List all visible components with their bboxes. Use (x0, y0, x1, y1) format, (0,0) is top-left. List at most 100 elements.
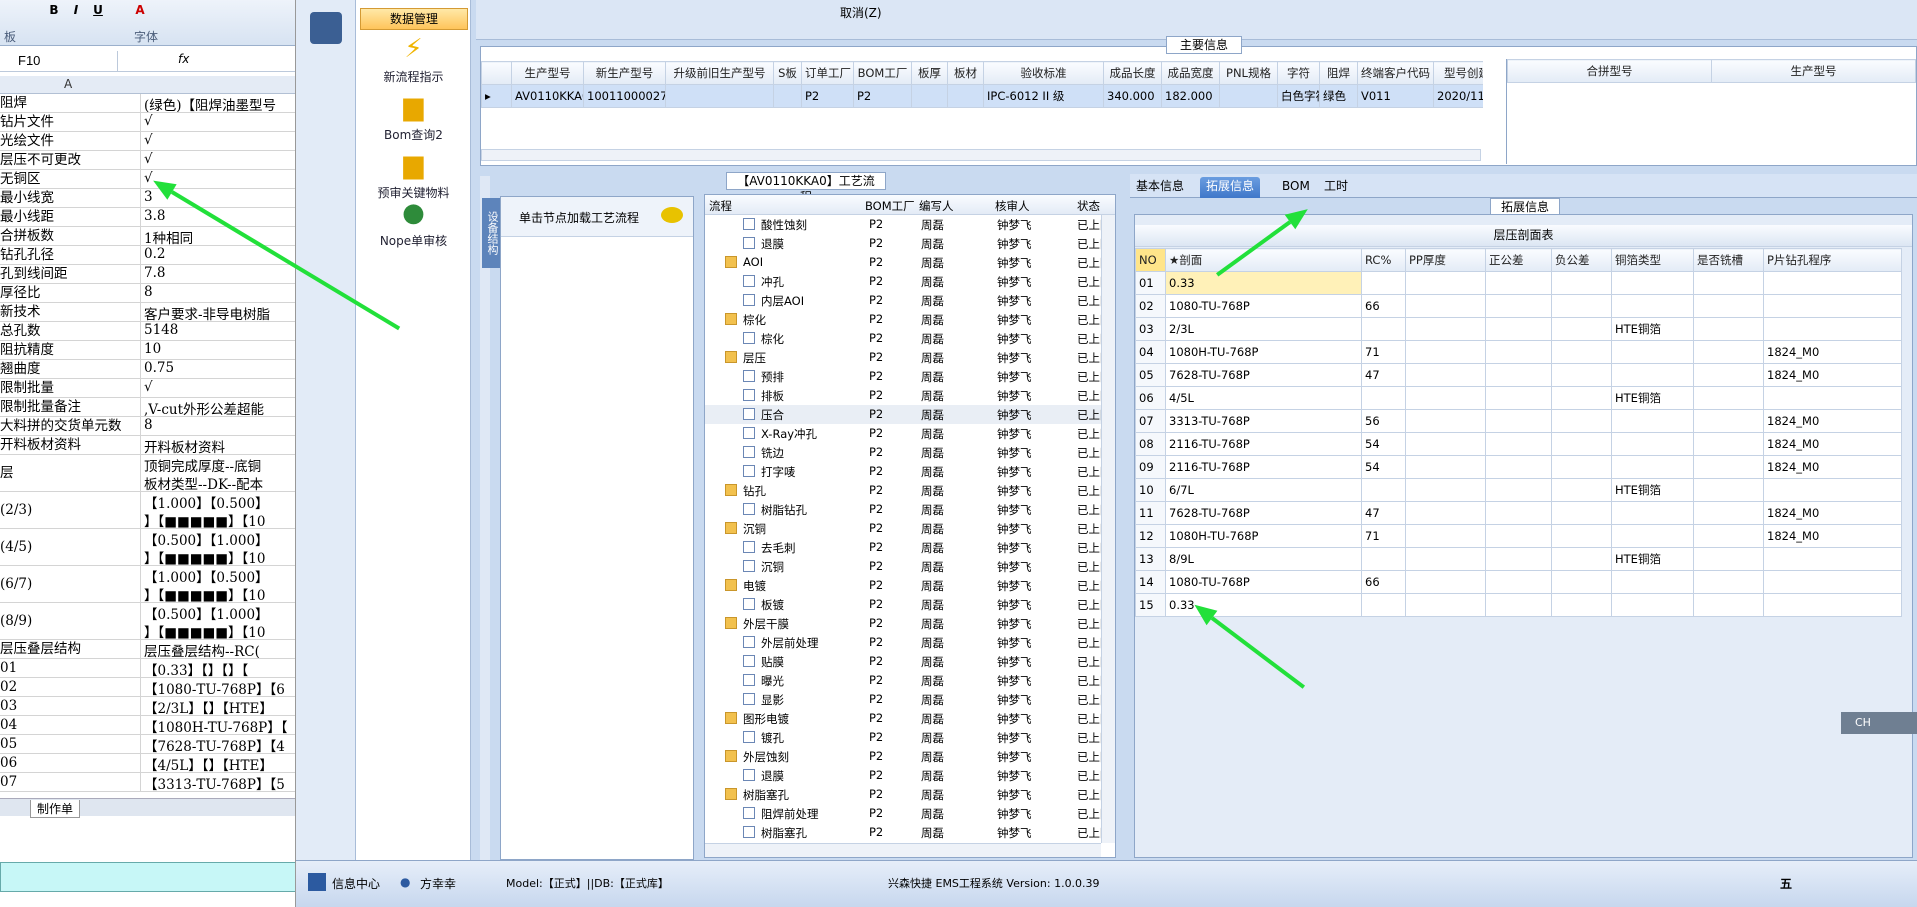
table-cell[interactable]: 1080-TU-768P (1165, 294, 1362, 318)
table-cell[interactable] (1551, 501, 1612, 525)
table-cell[interactable] (1693, 570, 1764, 594)
table-cell[interactable]: 1824_M0 (1763, 501, 1902, 525)
tree-row[interactable]: 阻焊前处理 P2 周磊 钟梦飞 已上阶 (705, 804, 1115, 823)
tree-row[interactable]: 冲孔 P2 周磊 钟梦飞 已上阶 (705, 272, 1115, 291)
cell-a[interactable]: 新技术 (0, 303, 141, 321)
table-cell[interactable]: 10011000027672 (583, 84, 666, 108)
table-row[interactable]: 06 4/5L HTE铜箔 (1135, 386, 1902, 410)
cell-b[interactable]: 10 (142, 341, 295, 359)
tree-row[interactable]: 退膜 P2 周磊 钟梦飞 已上阶 (705, 766, 1115, 785)
table-cell[interactable] (1405, 340, 1486, 364)
cell-a[interactable]: 最小线宽 (0, 189, 141, 207)
excel-row[interactable]: 01 【0.33】【】【】【 (0, 659, 295, 678)
table-cell[interactable] (1551, 455, 1612, 479)
tree-row[interactable]: 树脂钻孔 P2 周磊 钟梦飞 已上阶 (705, 500, 1115, 519)
worksheet[interactable]: 阻焊 (绿色)【阻焊油墨型号 钻片文件 √ 光绘文件 √ 层压不可更改 √ 无铜区 √ 最小线宽 3 最… (0, 94, 295, 792)
column-header[interactable]: 合拼型号 (1507, 59, 1712, 83)
cell-b[interactable]: √ (142, 379, 295, 397)
table-cell[interactable] (1485, 432, 1552, 456)
table-cell[interactable]: 绿色 (1319, 84, 1358, 108)
tree-row[interactable]: 内层AOI P2 周磊 钟梦飞 已上阶 (705, 291, 1115, 310)
cell-b[interactable]: 【0.33】【】【】【 (142, 659, 295, 677)
table-cell[interactable] (1611, 340, 1694, 364)
table-cell[interactable]: 56 (1361, 409, 1406, 433)
table-cell[interactable] (1405, 271, 1486, 295)
excel-row[interactable]: 最小线距 3.8 (0, 208, 295, 227)
table-cell[interactable] (1693, 455, 1764, 479)
table-cell[interactable] (1485, 294, 1552, 318)
table-cell[interactable]: 1080H-TU-768P (1165, 524, 1362, 548)
excel-row[interactable]: 05 【7628-TU-768P】【4 (0, 735, 295, 754)
table-cell[interactable] (1551, 432, 1612, 456)
cell-a[interactable]: 层 (0, 455, 141, 491)
table-cell[interactable] (1405, 294, 1486, 318)
excel-row[interactable]: 开料板材资料 开料板材资料 (0, 436, 295, 455)
table-cell[interactable]: 03 (1135, 317, 1166, 341)
table-cell[interactable] (1405, 524, 1486, 548)
cell-a[interactable]: (4/5) (0, 529, 141, 565)
excel-row[interactable]: 钻孔孔径 0.2 (0, 246, 295, 265)
cell-b[interactable]: 【4/5L】【】【HTE】 (142, 754, 295, 772)
excel-row[interactable]: 04 【1080H-TU-768P】【 (0, 716, 295, 735)
underline-button[interactable]: U (88, 2, 108, 18)
table-cell[interactable] (1551, 317, 1612, 341)
tree-row[interactable]: 沉铜 P2 周磊 钟梦飞 已上阶 (705, 519, 1115, 538)
tree-row[interactable]: 贴膜 P2 周磊 钟梦飞 已上阶 (705, 652, 1115, 671)
table-cell[interactable]: V011 (1357, 84, 1434, 108)
tab-ext-info[interactable]: 拓展信息 (1200, 177, 1261, 198)
table-cell[interactable] (1611, 593, 1694, 617)
ime-mode-text[interactable]: 五 (1780, 875, 1792, 892)
tree-row[interactable]: 预排 P2 周磊 钟梦飞 已上阶 (705, 367, 1115, 386)
cell-b[interactable]: 【0.500】【1.000】 】【■■■■■】【10 (142, 529, 295, 565)
table-cell[interactable] (1485, 409, 1552, 433)
cell-b[interactable]: 7.8 (142, 265, 295, 283)
tree-row[interactable]: 去毛刺 P2 周磊 钟梦飞 已上阶 (705, 538, 1115, 557)
table-cell[interactable]: 12 (1135, 524, 1166, 548)
table-cell[interactable]: P2 (853, 84, 912, 108)
table-cell[interactable]: AV0110KKA0 (511, 84, 584, 108)
column-header[interactable]: 成品长度 (1103, 61, 1162, 85)
tree-row[interactable]: 图形电镀 P2 周磊 钟梦飞 已上阶 (705, 709, 1115, 728)
table-cell[interactable]: 4/5L (1165, 386, 1362, 410)
column-header[interactable]: PNL规格 (1219, 61, 1278, 85)
table-cell[interactable] (1405, 363, 1486, 387)
tree-row[interactable]: 板镀 P2 周磊 钟梦飞 已上阶 (705, 595, 1115, 614)
cell-a[interactable]: 07 (0, 773, 141, 791)
excel-row[interactable]: 限制批量 √ (0, 379, 295, 398)
table-cell[interactable] (1551, 271, 1612, 295)
column-header[interactable]: 正公差 (1485, 248, 1552, 272)
table-cell[interactable]: 15 (1135, 593, 1166, 617)
table-cell[interactable] (1485, 317, 1552, 341)
table-cell[interactable] (1763, 593, 1902, 617)
table-cell[interactable] (1551, 409, 1612, 433)
tree-row[interactable]: AOI P2 周磊 钟梦飞 已上阶 (705, 253, 1115, 272)
table-cell[interactable]: 0.33 (1165, 271, 1362, 295)
table-cell[interactable] (1405, 547, 1486, 571)
table-cell[interactable] (1763, 478, 1902, 502)
cell-b[interactable]: 8 (142, 417, 295, 435)
table-cell[interactable] (1485, 455, 1552, 479)
table-row[interactable]: 09 2116-TU-768P 54 1824_M0 (1135, 455, 1902, 479)
table-cell[interactable] (1693, 317, 1764, 341)
table-cell[interactable]: 2116-TU-768P (1165, 432, 1362, 456)
table-cell[interactable] (1693, 386, 1764, 410)
tree-row[interactable]: 树脂塞孔 P2 周磊 钟梦飞 已上阶 (705, 823, 1115, 841)
cell-a[interactable]: 04 (0, 716, 141, 734)
cell-a[interactable]: 无铜区 (0, 170, 141, 188)
data-management-tab[interactable]: 数据管理 (360, 8, 468, 30)
key-material-item[interactable]: ▆ 预审关键物料 (356, 150, 471, 201)
cell-a[interactable]: (2/3) (0, 492, 141, 528)
table-cell[interactable] (1551, 593, 1612, 617)
excel-row[interactable]: (8/9) 【0.500】【1.000】 】【■■■■■】【10 (0, 603, 295, 640)
tree-row[interactable]: 铣边 P2 周磊 钟梦飞 已上阶 (705, 443, 1115, 462)
excel-row[interactable]: 新技术 客户要求-非导电树脂 (0, 303, 295, 322)
cell-a[interactable]: 层压叠层结构 (0, 640, 141, 658)
new-flow-item[interactable]: ⚡ 新流程指示 (356, 34, 471, 85)
excel-row[interactable]: 总孔数 5148 (0, 322, 295, 341)
table-cell[interactable] (1485, 570, 1552, 594)
cell-a[interactable]: 翘曲度 (0, 360, 141, 378)
cell-a[interactable]: 02 (0, 678, 141, 696)
table-cell[interactable] (1693, 593, 1764, 617)
cell-a[interactable]: 阻焊 (0, 94, 141, 112)
table-cell[interactable]: 1824_M0 (1763, 340, 1902, 364)
